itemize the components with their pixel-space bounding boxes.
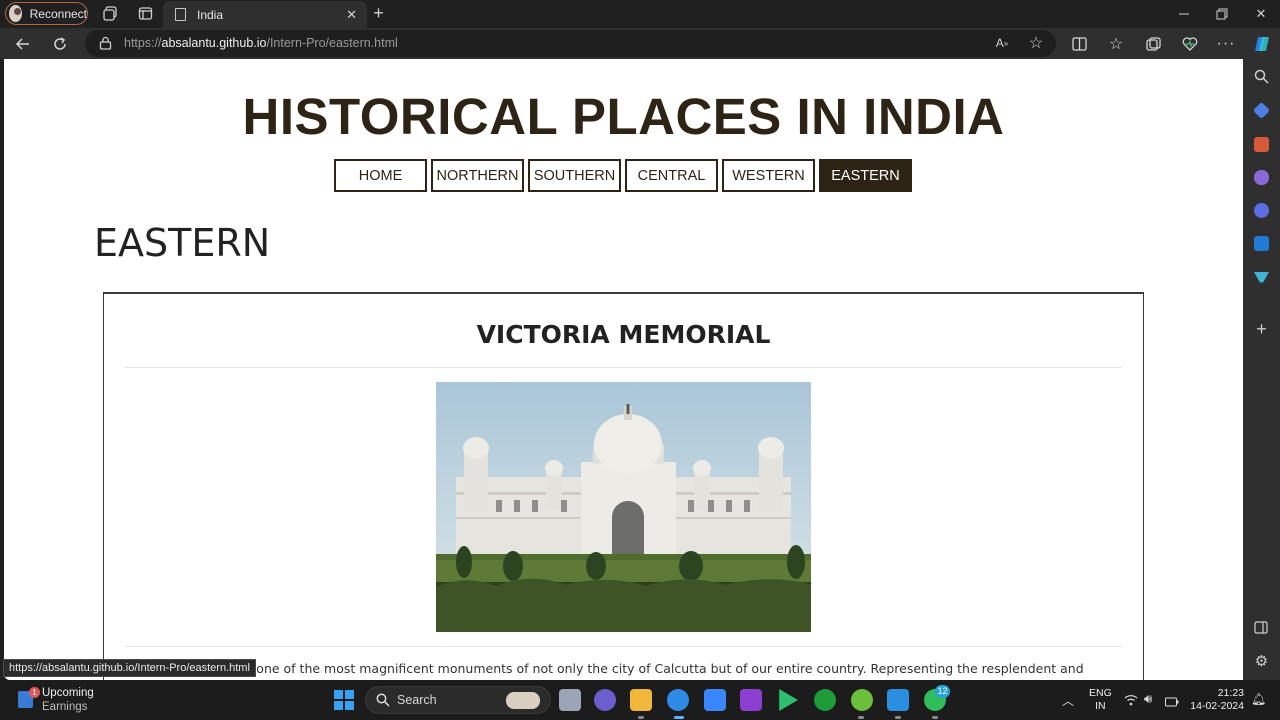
chevron-up-icon[interactable]: ︿ (1062, 692, 1074, 709)
nav-northern[interactable]: NORTHERN (431, 159, 524, 192)
settings-gear-icon[interactable]: ⚙ (1254, 654, 1269, 669)
favorites-icon[interactable]: ☆ (1106, 34, 1126, 54)
status-bar-url: https://absalantu.github.io/Intern-Pro/e… (3, 659, 256, 677)
utorrent-icon[interactable] (851, 689, 873, 711)
tab-actions-icon[interactable] (137, 5, 154, 22)
search-icon[interactable] (1254, 69, 1269, 84)
split-screen-icon[interactable] (1069, 34, 1089, 54)
browser-toolbar: https://absalantu.github.io/Intern-Pro/e… (0, 28, 1280, 59)
task-view-icon[interactable] (559, 689, 581, 711)
page-favicon-icon (175, 8, 186, 21)
wifi-icon[interactable] (1124, 693, 1138, 711)
start-button[interactable] (334, 690, 354, 710)
language-indicator[interactable]: ENG IN (1089, 687, 1112, 713)
search-highlight-icon (506, 692, 540, 709)
add-sidebar-app-icon[interactable]: + (1254, 320, 1269, 338)
place-description: orial Hall is one of the most magnificen… (183, 661, 1084, 676)
vscode-icon[interactable] (887, 689, 909, 711)
profile-reconnect-label: Reconnect (29, 6, 87, 21)
taskbar-search[interactable]: Search (365, 686, 551, 714)
tab-india[interactable]: India ✕ (163, 1, 367, 28)
whatsapp-badge: 12 (935, 685, 950, 698)
refresh-icon[interactable] (50, 34, 70, 54)
profile-reconnect-button[interactable]: Reconnect (5, 2, 88, 25)
drop-icon[interactable] (1254, 272, 1269, 283)
nav-eastern[interactable]: EASTERN (819, 159, 912, 192)
hide-sidebar-icon[interactable] (1254, 621, 1269, 636)
new-tab-icon[interactable]: + (370, 3, 387, 23)
xbox-icon[interactable] (814, 689, 836, 711)
outlook-icon[interactable] (1254, 236, 1269, 251)
widget-title: Upcoming (42, 687, 94, 699)
divider (125, 367, 1122, 368)
close-window-icon[interactable]: ✕ (1251, 4, 1271, 24)
browser-essentials-icon[interactable] (1180, 34, 1200, 54)
games-icon[interactable] (1254, 170, 1269, 185)
page-viewport: HISTORICAL PLACES IN INDIA HOME NORTHERN… (4, 59, 1243, 680)
victoria-memorial-photo (436, 382, 811, 632)
search-icon (376, 693, 390, 707)
notification-bell-icon[interactable]: 🔔︎ (1251, 692, 1266, 706)
close-tab-icon[interactable]: ✕ (346, 7, 357, 23)
main-nav: HOME NORTHERN SOUTHERN CENTRAL WESTERN E… (334, 159, 912, 192)
play-store-icon[interactable] (779, 689, 798, 711)
browser-tab-bar: Reconnect India ✕ + ✕ (0, 0, 1280, 28)
edge-icon[interactable] (667, 689, 689, 711)
nav-western[interactable]: WESTERN (722, 159, 815, 192)
shopping-tag-icon[interactable] (1253, 102, 1270, 119)
volume-icon[interactable]: 🔊︎ (1144, 691, 1152, 707)
site-title: HISTORICAL PLACES IN INDIA (242, 88, 1005, 145)
nav-home[interactable]: HOME (334, 159, 427, 192)
collections-icon[interactable] (1143, 34, 1163, 54)
app-icon[interactable] (740, 689, 762, 711)
place-card: VICTORIA MEMORIAL orial Hall is one of t… (103, 292, 1144, 680)
clock[interactable]: 21:23 14-02-2024 (1186, 687, 1244, 713)
chat-icon[interactable] (594, 689, 616, 711)
favorite-star-icon[interactable]: ☆ (1026, 33, 1046, 53)
copilot-sidebar-icon[interactable] (1254, 203, 1269, 218)
lock-icon[interactable] (99, 36, 112, 50)
widget-subtitle: Earnings (42, 701, 88, 713)
place-title: VICTORIA MEMORIAL (476, 320, 771, 349)
tools-icon[interactable] (1254, 137, 1269, 152)
nav-central[interactable]: CENTRAL (625, 159, 718, 192)
edge-sidebar: + ⚙ (1243, 59, 1280, 680)
address-bar[interactable]: https://absalantu.github.io/Intern-Pro/e… (85, 30, 1056, 57)
notification-badge: 1 (29, 687, 40, 698)
taskbar: 1 Upcoming Earnings Search 12 ︿ ENG IN 🔊… (0, 680, 1280, 720)
more-menu-icon[interactable]: ··· (1216, 34, 1236, 54)
region-heading: EASTERN (94, 221, 271, 265)
tab-title: India (197, 7, 224, 22)
widgets-button[interactable]: 1 Upcoming Earnings (18, 686, 108, 714)
nav-southern[interactable]: SOUTHERN (528, 159, 621, 192)
store-icon[interactable] (704, 689, 726, 711)
minimize-icon[interactable] (1174, 4, 1194, 24)
divider (125, 646, 1122, 647)
restore-icon[interactable] (1212, 4, 1232, 24)
search-label: Search (397, 693, 437, 707)
file-explorer-icon[interactable] (630, 689, 652, 711)
workspaces-icon[interactable] (102, 5, 119, 22)
back-icon[interactable] (13, 34, 33, 54)
battery-icon[interactable] (1165, 694, 1179, 712)
read-aloud-icon[interactable]: A» (992, 33, 1012, 53)
avatar (9, 5, 22, 22)
url-text[interactable]: https://absalantu.github.io/Intern-Pro/e… (124, 36, 398, 50)
copilot-icon[interactable] (1252, 34, 1272, 54)
